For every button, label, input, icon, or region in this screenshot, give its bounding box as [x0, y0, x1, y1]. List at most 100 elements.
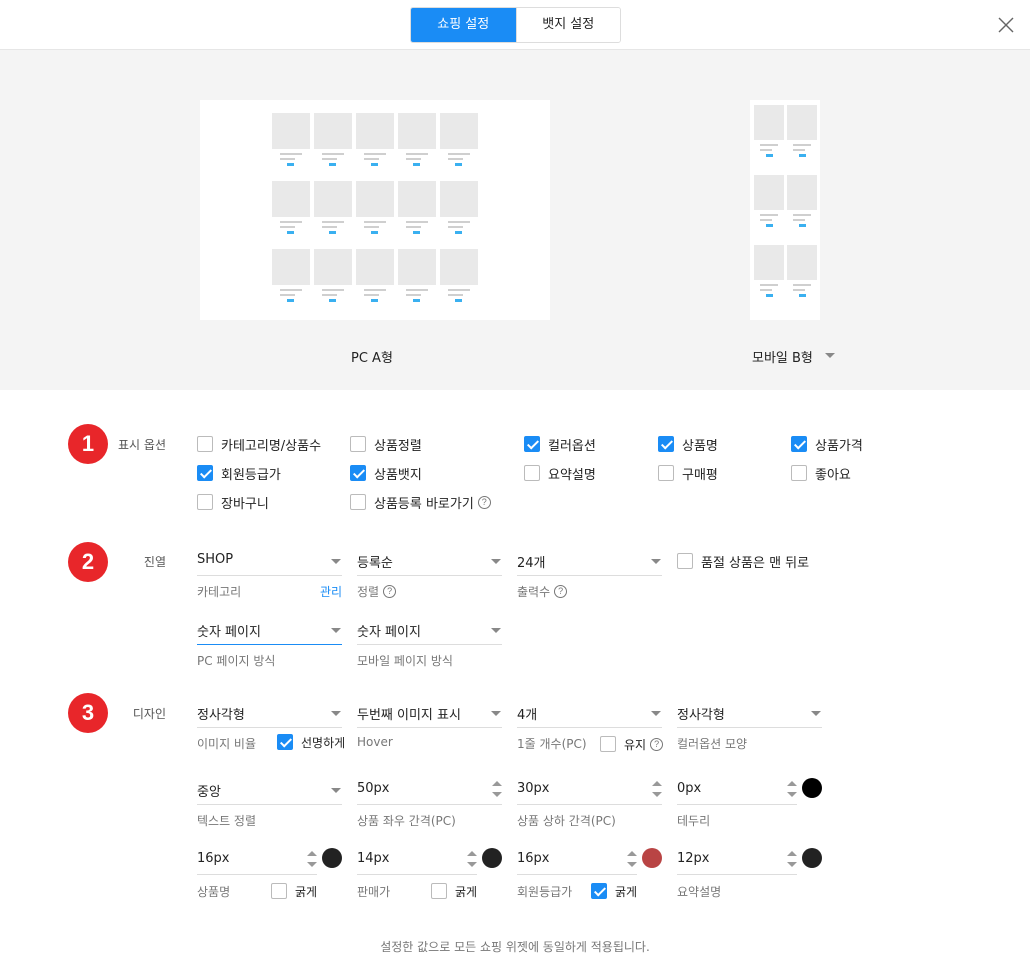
- checkbox-box[interactable]: [524, 436, 540, 452]
- product-text-line: [363, 153, 387, 155]
- stepper-icon[interactable]: [787, 779, 797, 801]
- close-icon[interactable]: [996, 15, 1016, 35]
- mobile-paging-select[interactable]: 숫자 페이지: [357, 617, 502, 645]
- chevron-down-icon: [331, 628, 341, 633]
- option-checkbox[interactable]: 요약설명: [524, 464, 596, 483]
- help-icon[interactable]: ?: [477, 495, 491, 509]
- image-ratio-select[interactable]: 정사각형: [197, 700, 342, 728]
- stepper-icon[interactable]: [307, 849, 317, 871]
- checkbox-box[interactable]: [197, 436, 213, 452]
- per-row-select[interactable]: 4개: [517, 700, 662, 728]
- chevron-down-icon: [491, 711, 501, 716]
- mobile-layout-label[interactable]: 모바일 B형: [752, 347, 813, 366]
- tab-badge-settings[interactable]: 뱃지 설정: [515, 8, 620, 42]
- checkbox-box[interactable]: [431, 883, 447, 899]
- manage-link[interactable]: 관리: [320, 583, 342, 600]
- product-text-line: [793, 219, 805, 221]
- product-badge: [329, 163, 337, 166]
- section-title: 디자인: [132, 707, 166, 721]
- field-label: 1줄 개수(PC): [517, 737, 587, 751]
- mobile-layout-thumbnail[interactable]: [750, 100, 820, 320]
- field-label: 컬러옵션 모양: [677, 737, 748, 751]
- field-label: 이미지 비율: [197, 737, 257, 751]
- color-shape-select[interactable]: 정사각형: [677, 700, 822, 728]
- checkbox-box[interactable]: [350, 494, 366, 510]
- soldout-last-checkbox[interactable]: 품절 상품은 맨 뒤로: [677, 552, 810, 571]
- stepper-icon[interactable]: [492, 779, 502, 801]
- summary-color-swatch[interactable]: [802, 848, 822, 868]
- product-badge: [371, 163, 379, 166]
- option-checkbox[interactable]: 장바구니: [197, 493, 269, 512]
- checkbox-box[interactable]: [277, 734, 293, 750]
- tab-shopping-settings[interactable]: 쇼핑 설정: [411, 8, 516, 42]
- category-select[interactable]: SHOP: [197, 548, 342, 576]
- checkbox-box[interactable]: [658, 465, 674, 481]
- option-checkbox[interactable]: 상품등록 바로가기?: [350, 493, 491, 512]
- option-label: 카테고리명/상품수: [221, 438, 322, 454]
- option-checkbox[interactable]: 회원등급가: [197, 464, 281, 483]
- name-color-swatch[interactable]: [322, 848, 342, 868]
- price-color-swatch[interactable]: [482, 848, 502, 868]
- stepper-icon[interactable]: [787, 849, 797, 871]
- footer-note: 설정한 값으로 모든 쇼핑 위젯에 동일하게 적용됩니다.: [380, 940, 650, 954]
- checkbox-box[interactable]: [658, 436, 674, 452]
- option-checkbox[interactable]: 구매평: [658, 464, 718, 483]
- chevron-down-icon: [331, 711, 341, 716]
- option-checkbox[interactable]: 상품뱃지: [350, 464, 422, 483]
- gap-y-input[interactable]: 30px: [517, 777, 662, 805]
- option-checkbox[interactable]: 카테고리명/상품수: [197, 435, 322, 454]
- product-thumbnail: [754, 105, 784, 140]
- sort-select[interactable]: 등록순: [357, 548, 502, 576]
- border-color-swatch[interactable]: [802, 778, 822, 798]
- option-label: 상품뱃지: [374, 467, 422, 483]
- product-text-line: [279, 294, 295, 296]
- help-icon[interactable]: ?: [554, 585, 568, 598]
- checkbox-box[interactable]: [350, 436, 366, 452]
- option-checkbox[interactable]: 상품명: [658, 435, 718, 454]
- option-label: 굵게: [295, 884, 318, 899]
- product-text-line: [760, 149, 772, 151]
- stepper-icon[interactable]: [652, 779, 662, 801]
- count-select[interactable]: 24개: [517, 548, 662, 576]
- member-size-input[interactable]: 16px: [517, 847, 637, 875]
- help-icon[interactable]: ?: [650, 737, 664, 751]
- chevron-down-icon: [331, 559, 341, 564]
- stepper-icon[interactable]: [467, 849, 477, 871]
- keep-checkbox[interactable]: 유지?: [600, 735, 664, 753]
- member-bold-checkbox[interactable]: 굵게: [591, 882, 637, 900]
- checkbox-box[interactable]: [791, 436, 807, 452]
- product-thumbnail: [440, 113, 478, 149]
- member-color-swatch[interactable]: [642, 848, 662, 868]
- option-checkbox[interactable]: 좋아요: [791, 464, 851, 483]
- sharp-checkbox[interactable]: 선명하게: [277, 733, 345, 751]
- summary-size-input[interactable]: 12px: [677, 847, 797, 875]
- checkbox-box[interactable]: [791, 465, 807, 481]
- checkbox-box[interactable]: [350, 465, 366, 481]
- chevron-down-icon[interactable]: [825, 353, 835, 358]
- checkbox-box[interactable]: [524, 465, 540, 481]
- option-label: 품절 상품은 맨 뒤로: [701, 555, 810, 571]
- checkbox-box[interactable]: [271, 883, 287, 899]
- pc-layout-thumbnail[interactable]: [200, 100, 550, 320]
- product-text-line: [793, 144, 811, 146]
- checkbox-box[interactable]: [600, 736, 616, 752]
- checkbox-box[interactable]: [677, 553, 693, 569]
- option-checkbox[interactable]: 컬러옵션: [524, 435, 596, 454]
- option-checkbox[interactable]: 상품정렬: [350, 435, 422, 454]
- gap-x-input[interactable]: 50px: [357, 777, 502, 805]
- help-icon[interactable]: ?: [383, 585, 397, 598]
- pc-paging-select[interactable]: 숫자 페이지: [197, 617, 342, 645]
- hover-select[interactable]: 두번째 이미지 표시: [357, 700, 502, 728]
- name-size-input[interactable]: 16px: [197, 847, 317, 875]
- checkbox-box[interactable]: [591, 883, 607, 899]
- stepper-icon[interactable]: [627, 849, 637, 871]
- checkbox-box[interactable]: [197, 494, 213, 510]
- price-bold-checkbox[interactable]: 굵게: [431, 882, 477, 900]
- text-align-select[interactable]: 중앙: [197, 777, 342, 805]
- price-size-input[interactable]: 14px: [357, 847, 477, 875]
- option-checkbox[interactable]: 상품가격: [791, 435, 863, 454]
- name-bold-checkbox[interactable]: 굵게: [271, 882, 317, 900]
- border-input[interactable]: 0px: [677, 777, 797, 805]
- field-label: 판매가: [357, 885, 391, 899]
- checkbox-box[interactable]: [197, 465, 213, 481]
